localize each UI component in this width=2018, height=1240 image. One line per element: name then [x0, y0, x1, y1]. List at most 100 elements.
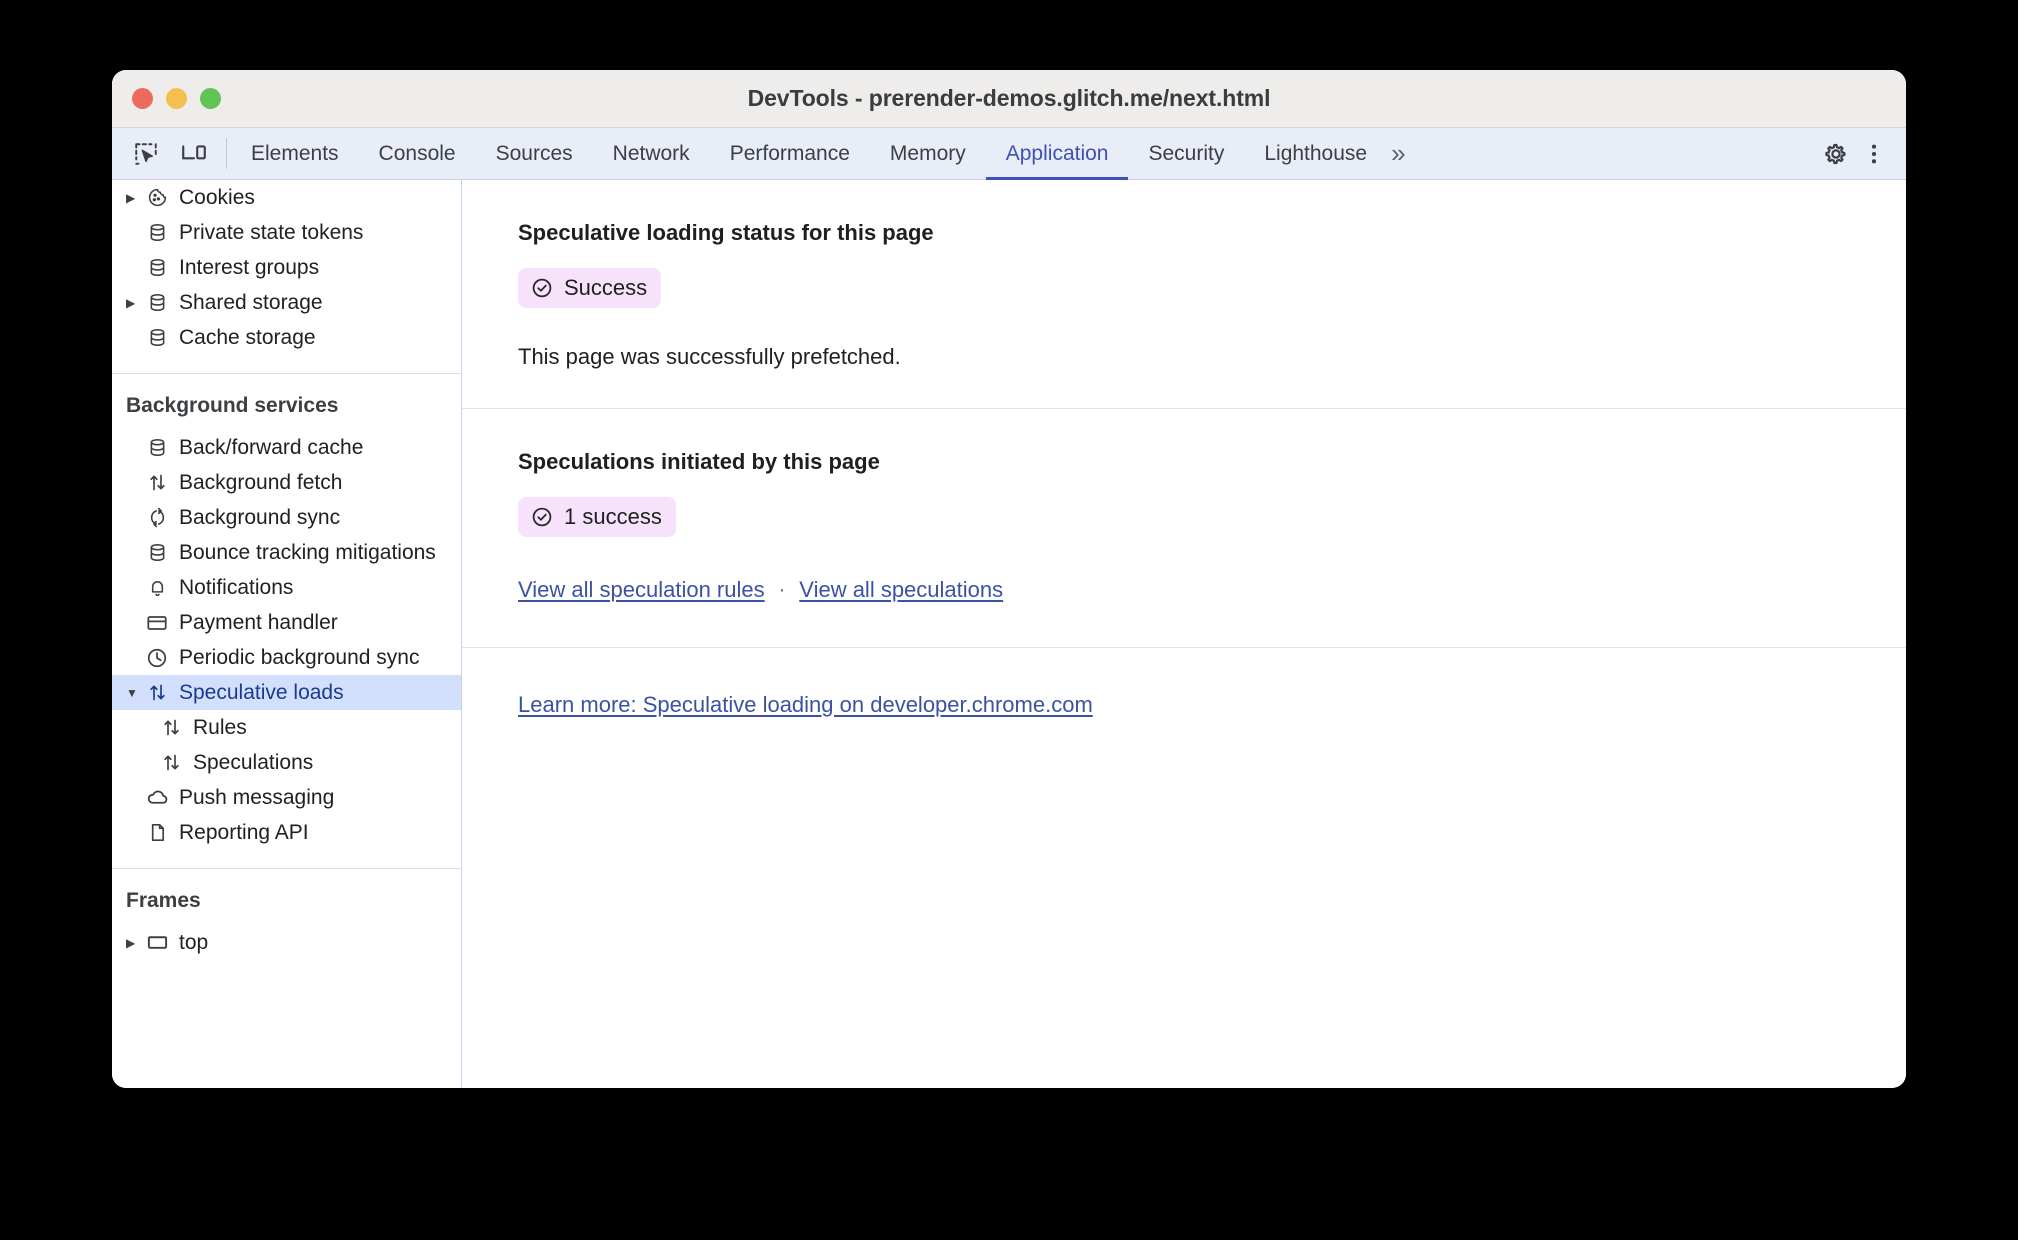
- document-icon: [144, 822, 170, 843]
- sidebar-item-rules[interactable]: Rules: [112, 710, 461, 745]
- minimize-window-button[interactable]: [166, 88, 187, 109]
- close-window-button[interactable]: [132, 88, 153, 109]
- status-description: This page was successfully prefetched.: [518, 344, 901, 369]
- sidebar-item-payment-handler[interactable]: ▶ Payment handler: [112, 605, 461, 640]
- sidebar-item-label: Private state tokens: [179, 220, 364, 244]
- sidebar-item-cache-storage[interactable]: ▶ Cache storage: [112, 320, 461, 355]
- database-icon: [144, 542, 170, 563]
- tab-elements[interactable]: Elements: [231, 128, 359, 179]
- collapse-arrow-icon[interactable]: ▼: [126, 687, 144, 699]
- sidebar-item-notifications[interactable]: ▶ Notifications: [112, 570, 461, 605]
- settings-gear-icon[interactable]: [1820, 138, 1852, 170]
- devtools-window: DevTools - prerender-demos.glitch.me/nex…: [112, 70, 1906, 1088]
- more-tabs-chevron-icon[interactable]: »: [1387, 128, 1417, 179]
- tab-console[interactable]: Console: [359, 128, 476, 179]
- tab-label: Application: [1005, 141, 1109, 165]
- application-sidebar[interactable]: ▶ Cookies ▶: [112, 180, 462, 1088]
- sidebar-item-label: Reporting API: [179, 820, 309, 844]
- view-all-speculations-link[interactable]: View all speculations: [799, 577, 1003, 603]
- sidebar-item-label: Speculative loads: [179, 680, 344, 704]
- sidebar-item-periodic-background-sync[interactable]: ▶ Periodic background sync: [112, 640, 461, 675]
- sidebar-item-background-fetch[interactable]: ▶ Background fetch: [112, 465, 461, 500]
- check-circle-icon: [530, 505, 554, 529]
- speculations-section: Speculations initiated by this page 1 su…: [462, 408, 1906, 647]
- sidebar-item-label: Push messaging: [179, 785, 335, 809]
- sidebar-item-label: Periodic background sync: [179, 645, 420, 669]
- speculations-section-title: Speculations initiated by this page: [518, 449, 880, 474]
- sidebar-item-private-state-tokens[interactable]: ▶ Private state tokens: [112, 215, 461, 250]
- tab-sources[interactable]: Sources: [476, 128, 593, 179]
- expand-arrow-icon[interactable]: ▶: [126, 937, 144, 949]
- sidebar-item-label: Rules: [193, 715, 247, 739]
- tab-performance[interactable]: Performance: [710, 128, 870, 179]
- sidebar-group-background-services: Background services ▶ Back/forward cache…: [112, 373, 461, 850]
- status-badge-label: Success: [564, 275, 648, 300]
- speculations-badge-label: 1 success: [564, 504, 662, 529]
- status-badge: Success: [518, 268, 662, 308]
- more-options-icon[interactable]: [1858, 138, 1890, 170]
- view-all-speculation-rules-link[interactable]: View all speculation rules: [518, 577, 765, 603]
- tab-label: Sources: [495, 141, 573, 165]
- sidebar-item-label: Background sync: [179, 505, 341, 529]
- status-section-title: Speculative loading status for this page: [518, 220, 934, 245]
- sidebar-item-push-messaging[interactable]: ▶ Push messaging: [112, 780, 461, 815]
- tab-network[interactable]: Network: [593, 128, 710, 179]
- arrows-up-down-icon: [158, 717, 184, 738]
- sidebar-item-back-forward-cache[interactable]: ▶ Back/forward cache: [112, 430, 461, 465]
- sidebar-item-label: Cache storage: [179, 325, 316, 349]
- tab-memory[interactable]: Memory: [870, 128, 986, 179]
- arrows-up-down-icon: [158, 752, 184, 773]
- sidebar-item-label: Bounce tracking mitigations: [179, 540, 436, 564]
- sidebar-item-cookies[interactable]: ▶ Cookies: [112, 180, 461, 215]
- sidebar-item-background-sync[interactable]: ▶ Background sync: [112, 500, 461, 535]
- sidebar-item-speculative-loads[interactable]: ▼ Speculative loads: [112, 675, 461, 710]
- sidebar-item-reporting-api[interactable]: ▶ Reporting API: [112, 815, 461, 850]
- expand-arrow-icon[interactable]: ▶: [126, 192, 144, 204]
- expand-arrow-icon[interactable]: ▶: [126, 297, 144, 309]
- frame-icon: [144, 931, 170, 954]
- database-icon: [144, 257, 170, 278]
- cloud-icon: [144, 786, 170, 809]
- speculative-loads-panel: Speculative loading status for this page…: [462, 180, 1906, 1088]
- device-toolbar-icon[interactable]: [178, 138, 210, 170]
- sidebar-item-speculations[interactable]: Speculations: [112, 745, 461, 780]
- sidebar-item-shared-storage[interactable]: ▶ Shared storage: [112, 285, 461, 320]
- database-icon: [144, 437, 170, 458]
- learn-more-link[interactable]: Learn more: Speculative loading on devel…: [518, 692, 1093, 717]
- tab-label: Lighthouse: [1264, 141, 1368, 165]
- status-section: Speculative loading status for this page…: [462, 180, 1906, 408]
- zoom-window-button[interactable]: [200, 88, 221, 109]
- tab-label: Security: [1148, 141, 1225, 165]
- sidebar-group-title: Background services: [126, 394, 339, 417]
- sidebar-item-label: top: [179, 930, 209, 954]
- bell-icon: [144, 577, 170, 598]
- tab-label: Memory: [889, 141, 966, 165]
- speculations-links: View all speculation rules · View all sp…: [518, 577, 1906, 647]
- tabbar-left-icons: [112, 128, 224, 179]
- tab-security[interactable]: Security: [1128, 128, 1244, 179]
- sidebar-item-label: Back/forward cache: [179, 435, 364, 459]
- sidebar-item-top-frame[interactable]: ▶ top: [112, 925, 461, 960]
- tab-lighthouse[interactable]: Lighthouse: [1244, 128, 1387, 179]
- cookie-icon: [144, 187, 170, 208]
- sidebar-item-bounce-tracking-mitigations[interactable]: ▶ Bounce tracking mitigations: [112, 535, 461, 570]
- sidebar-item-interest-groups[interactable]: ▶ Interest groups: [112, 250, 461, 285]
- sidebar-item-label: Payment handler: [179, 610, 338, 634]
- learn-more-section: Learn more: Speculative loading on devel…: [462, 647, 1906, 718]
- more-tabs-label: »: [1391, 138, 1406, 168]
- clock-icon: [144, 647, 170, 669]
- tab-label: Performance: [729, 141, 850, 165]
- inspect-element-icon[interactable]: [130, 138, 162, 170]
- arrows-up-down-icon: [144, 472, 170, 493]
- sidebar-item-label: Cookies: [179, 185, 255, 209]
- tab-label: Console: [378, 141, 456, 165]
- window-title: DevTools - prerender-demos.glitch.me/nex…: [747, 85, 1271, 111]
- database-icon: [144, 222, 170, 243]
- sidebar-group-title: Frames: [126, 889, 201, 912]
- sidebar-group-frames: Frames ▶ top: [112, 868, 461, 960]
- sidebar-item-label: Interest groups: [179, 255, 320, 279]
- credit-card-icon: [144, 612, 170, 634]
- sidebar-item-label: Speculations: [193, 750, 314, 774]
- tab-application[interactable]: Application: [985, 128, 1129, 180]
- devtools-content: ▶ Cookies ▶: [112, 180, 1906, 1088]
